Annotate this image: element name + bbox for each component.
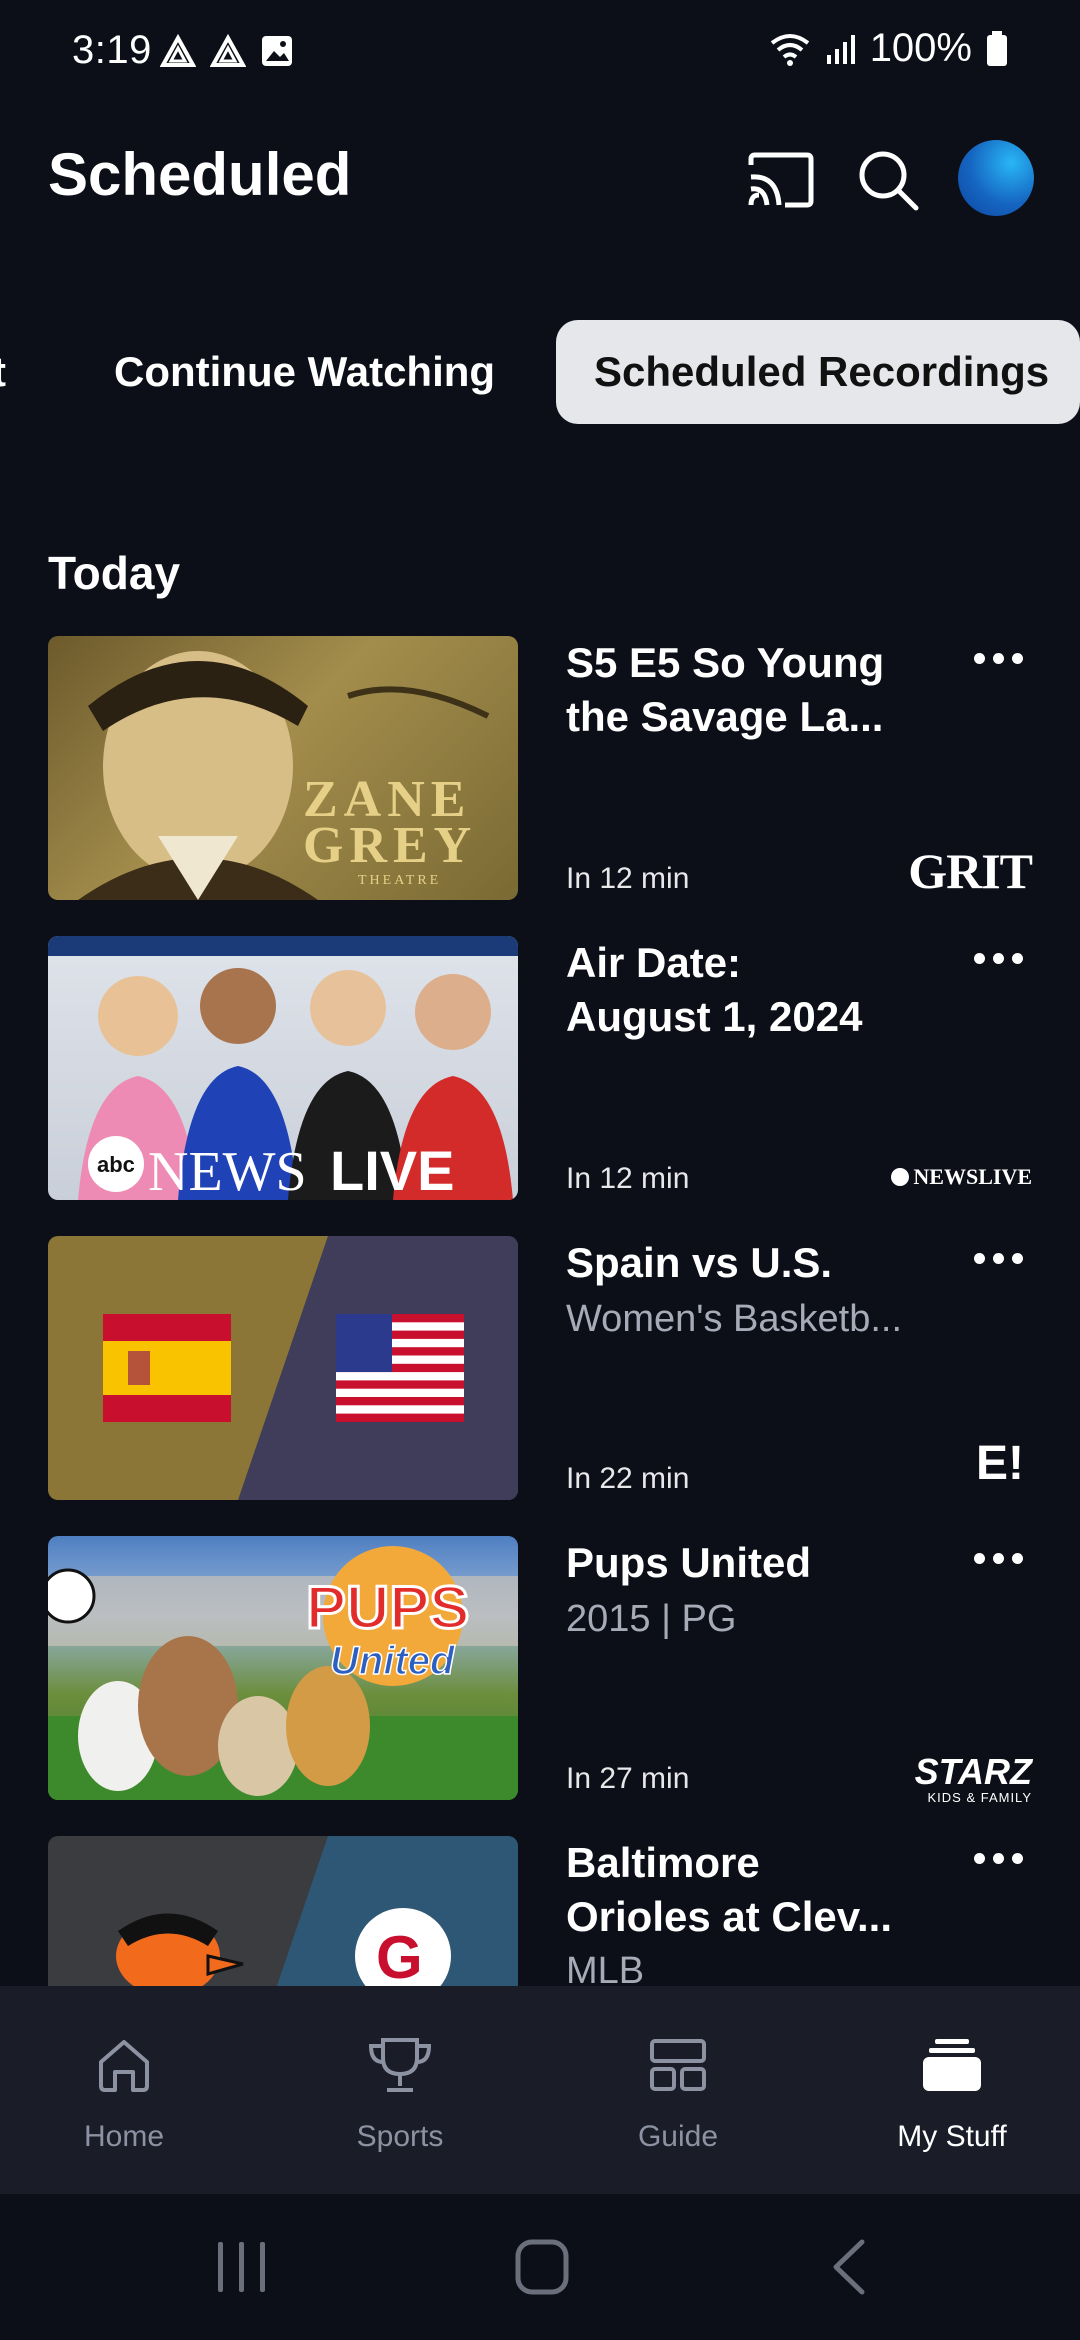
- network-name: NEWSLIVE: [913, 1164, 1032, 1189]
- thumbnail-art: ZANE GREY THEATRE: [78, 651, 490, 900]
- nav-label: Guide: [637, 2120, 719, 2153]
- nav-label: Sports: [356, 2120, 444, 2153]
- alert-triangle-icon: [160, 34, 196, 67]
- status-bar: 3:19 100%: [0, 0, 1080, 110]
- more-options-button[interactable]: [966, 1838, 1030, 1878]
- item-subtitle: Women's Basketb...: [566, 1298, 903, 1340]
- item-subtitle: 2015 | PG: [566, 1598, 737, 1640]
- alert-triangle-icon: [210, 34, 246, 67]
- trophy-icon: [368, 2038, 432, 2092]
- item-title: S5 E5 So Young the Savage La...: [566, 639, 885, 740]
- item-time: In 12 min: [566, 1162, 690, 1195]
- network-name: E!: [976, 1437, 1024, 1490]
- thumbnail-art: [103, 1236, 518, 1500]
- nav-home[interactable]: Home: [24, 1986, 224, 2194]
- item-title: Baltimore Orioles at Clev...: [566, 1839, 893, 1940]
- wifi-icon: [770, 33, 809, 66]
- thumb-text: United: [330, 1639, 456, 1683]
- thumbnail: ZANE GREY THEATRE: [48, 636, 518, 900]
- item-subtitle: MLB: [566, 1950, 645, 1986]
- image-icon: [262, 36, 292, 66]
- item-title: Pups United: [566, 1539, 812, 1586]
- tab-scheduled-recordings[interactable]: Scheduled Recordings: [556, 320, 1080, 424]
- back-icon[interactable]: [820, 2234, 880, 2300]
- network-name: GRIT: [908, 843, 1033, 899]
- network-logo: NEWSLIVE: [891, 1164, 1032, 1190]
- thumb-text: THEATRE: [358, 873, 441, 888]
- thumb-text: abc: [97, 1152, 135, 1177]
- bottom-nav: Home Sports Guide My Stuff: [0, 1986, 1080, 2194]
- status-time: 3:19: [72, 28, 152, 72]
- svg-text:G: G: [376, 1924, 423, 1986]
- tab-bar: t Continue Watching Scheduled Recordings: [0, 320, 1080, 424]
- section-title: Today: [48, 547, 181, 599]
- thumbnail: G: [48, 1836, 518, 1986]
- list-item[interactable]: G Baltimore Orioles at Clev... MLB: [0, 1836, 1080, 1986]
- network-name: STARZ: [914, 1751, 1032, 1792]
- more-options-button[interactable]: [966, 1538, 1030, 1578]
- cast-icon: [748, 152, 814, 208]
- network-logo: STARZ KIDS & FAMILY: [914, 1751, 1032, 1806]
- list-item[interactable]: ZANE GREY THEATRE S5 E5 So Young the Sav…: [0, 636, 1080, 904]
- list-item[interactable]: Spain vs U.S. Women's Basketb... In 22 m…: [0, 1236, 1080, 1504]
- nav-label: Home: [83, 2120, 165, 2153]
- thumbnail: abc NEWS LIVE: [48, 936, 518, 1200]
- my-stuff-icon: [923, 2039, 981, 2091]
- item-time: In 22 min: [566, 1462, 690, 1495]
- search-button[interactable]: [848, 140, 928, 220]
- thumb-text: NEWS: [148, 1141, 307, 1200]
- signal-icon: [826, 34, 855, 64]
- home-button-icon[interactable]: [512, 2234, 572, 2300]
- system-nav-bar: [0, 2194, 1080, 2340]
- usa-flag-icon: [336, 1314, 464, 1422]
- item-title: Spain vs U.S.: [566, 1239, 833, 1286]
- network-subtitle: KIDS & FAMILY: [927, 1790, 1032, 1805]
- search-icon: [859, 151, 919, 211]
- thumbnail: PUPS United: [48, 1536, 518, 1800]
- more-options-button[interactable]: [966, 638, 1030, 678]
- item-time: In 27 min: [566, 1762, 690, 1795]
- network-logo: GRIT: [908, 842, 1033, 900]
- item-time: In 12 min: [566, 862, 690, 895]
- thumbnail-art: G: [116, 1836, 518, 1986]
- nav-guide[interactable]: Guide: [578, 1986, 778, 2194]
- list-item[interactable]: abc NEWS LIVE Air Date: August 1, 2024 I…: [0, 936, 1080, 1204]
- notification-icons: [160, 34, 294, 70]
- abc-icon: [891, 1168, 910, 1186]
- more-options-button[interactable]: [966, 1238, 1030, 1278]
- list-item[interactable]: PUPS United Pups United 2015 | PG In 27 …: [0, 1536, 1080, 1806]
- home-icon: [99, 2040, 149, 2092]
- nav-sports[interactable]: Sports: [300, 1986, 500, 2194]
- thumb-text: PUPS: [306, 1574, 469, 1641]
- page-title: Scheduled: [48, 141, 352, 208]
- thumb-text: GREY: [303, 817, 477, 874]
- tab-continue-watching[interactable]: Continue Watching: [114, 320, 495, 424]
- orioles-logo-icon: [116, 1913, 244, 1986]
- thumb-text: LIVE: [330, 1139, 454, 1200]
- nav-label: My Stuff: [897, 2120, 1007, 2153]
- thumbnail-art: PUPS United: [48, 1546, 518, 1800]
- guide-icon: [650, 2039, 706, 2091]
- more-options-button[interactable]: [966, 938, 1030, 978]
- thumbnail: [48, 1236, 518, 1500]
- network-logo: E!: [976, 1436, 1024, 1491]
- profile-avatar[interactable]: [958, 140, 1034, 216]
- battery-percent: 100%: [869, 26, 972, 70]
- system-status: 100%: [768, 26, 1008, 71]
- battery-icon: [987, 30, 1007, 66]
- item-title: Air Date: August 1, 2024: [566, 939, 863, 1040]
- spain-flag-icon: [103, 1314, 231, 1422]
- cast-button[interactable]: [740, 140, 820, 220]
- thumbnail-art: abc NEWS LIVE: [48, 936, 518, 1200]
- nav-my-stuff[interactable]: My Stuff: [852, 1986, 1052, 2194]
- tab-partial[interactable]: t: [0, 320, 6, 424]
- recent-apps-icon[interactable]: [212, 2234, 272, 2300]
